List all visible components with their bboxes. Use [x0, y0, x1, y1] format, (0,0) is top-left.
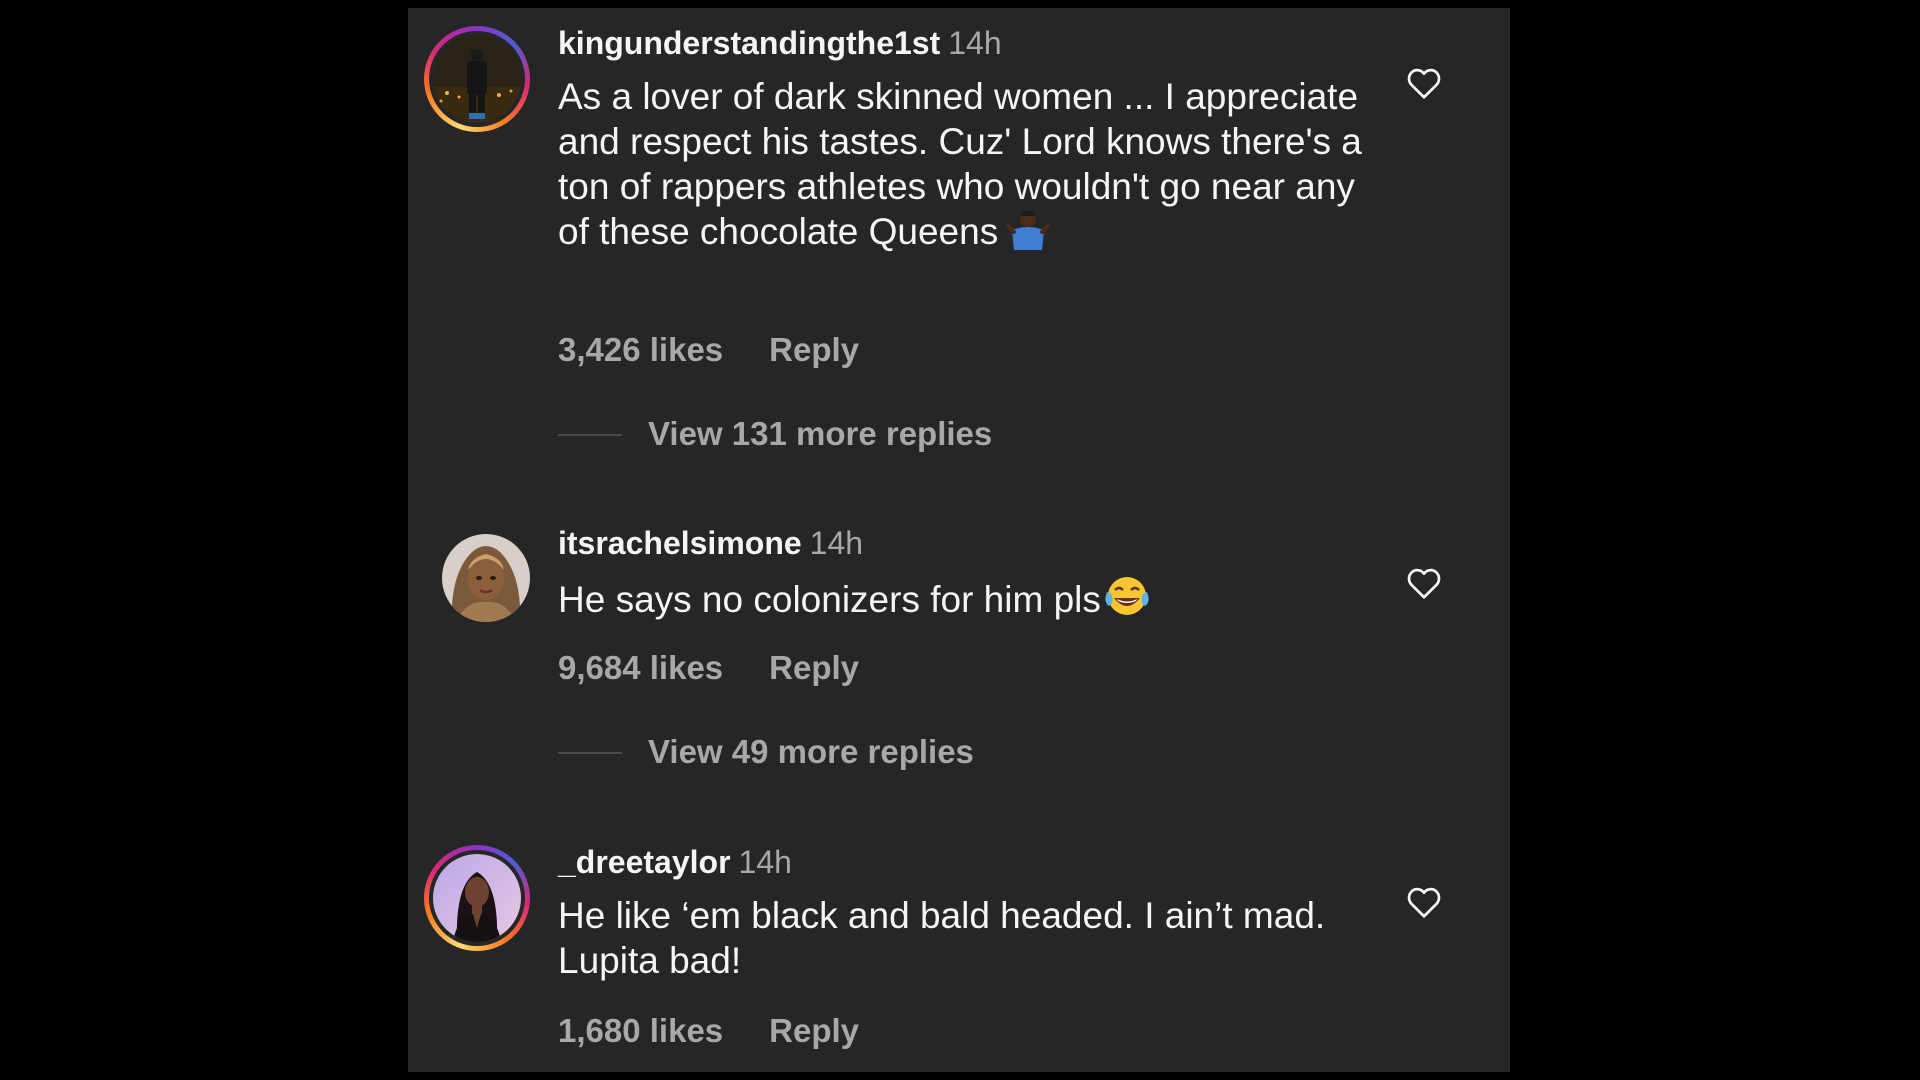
heart-outline-icon[interactable] — [1406, 66, 1442, 100]
replies-divider — [558, 434, 622, 436]
replies-divider — [558, 752, 622, 754]
reply-button[interactable]: Reply — [769, 1012, 859, 1049]
username[interactable]: _dreetaylor — [558, 844, 731, 880]
comment-header: _dreetaylor 14h — [558, 843, 792, 881]
heart-outline-icon[interactable] — [1406, 566, 1442, 600]
likes-count[interactable]: 9,684 likes — [558, 649, 723, 686]
timestamp: 14h — [948, 25, 1002, 61]
comment-text: He says no colonizers for him pls — [558, 574, 1368, 628]
comments-panel: kingunderstandingthe1st 14h As a lover of… — [408, 8, 1510, 1072]
timestamp: 14h — [738, 844, 792, 880]
person-shrugging-emoji — [1006, 210, 1051, 260]
comment-header: itsrachelsimone 14h — [558, 524, 863, 562]
avatar-image — [433, 854, 521, 942]
comment-meta: 1,680 likes Reply — [558, 1011, 859, 1051]
reply-button[interactable]: Reply — [769, 649, 859, 686]
avatar-image — [442, 534, 530, 622]
username[interactable]: kingunderstandingthe1st — [558, 25, 940, 61]
comment-text: As a lover of dark skinned women ... I a… — [558, 74, 1368, 260]
username[interactable]: itsrachelsimone — [558, 525, 802, 561]
likes-count[interactable]: 1,680 likes — [558, 1012, 723, 1049]
comment-meta: 3,426 likes Reply — [558, 330, 859, 370]
view-replies-label: View 131 more replies — [648, 415, 993, 452]
timestamp: 14h — [809, 525, 864, 561]
avatar-image — [433, 35, 521, 123]
avatar[interactable] — [424, 26, 530, 132]
avatar[interactable] — [424, 845, 530, 951]
avatar[interactable] — [442, 534, 530, 622]
likes-count[interactable]: 3,426 likes — [558, 331, 723, 368]
tears-of-joy-emoji — [1103, 574, 1151, 628]
heart-outline-icon[interactable] — [1406, 885, 1442, 919]
view-replies-label: View 49 more replies — [648, 733, 974, 770]
comment-text: He like ‘em black and bald headed. I ain… — [558, 895, 1326, 981]
comment-header: kingunderstandingthe1st 14h — [558, 24, 1002, 62]
reply-button[interactable]: Reply — [769, 331, 859, 368]
comment-meta: 9,684 likes Reply — [558, 648, 859, 688]
